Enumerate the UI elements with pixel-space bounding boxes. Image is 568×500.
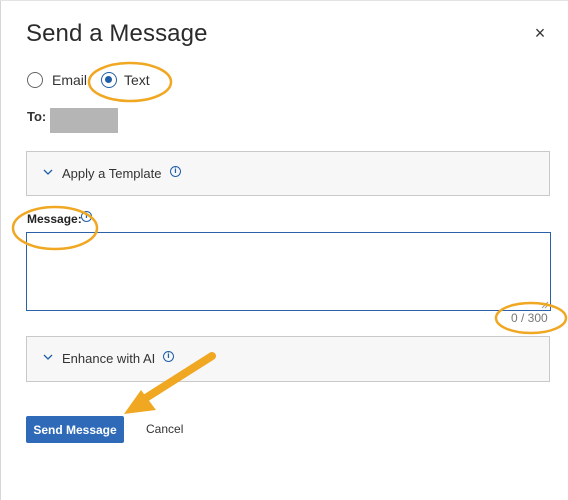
- info-icon[interactable]: i: [81, 211, 92, 222]
- enhance-ai-panel[interactable]: Enhance with AI i: [26, 336, 550, 382]
- dialog-title: Send a Message: [26, 20, 208, 47]
- to-label: To:: [27, 109, 47, 124]
- to-recipient-redacted: [50, 108, 118, 133]
- info-icon[interactable]: i: [163, 351, 174, 362]
- text-radio[interactable]: [101, 72, 117, 88]
- character-counter: 0 / 300: [511, 311, 548, 325]
- send-message-button[interactable]: Send Message: [26, 416, 124, 443]
- apply-template-panel[interactable]: Apply a Template i: [26, 151, 550, 196]
- chevron-down-icon: [43, 169, 53, 175]
- cancel-button[interactable]: Cancel: [146, 422, 183, 436]
- resize-handle-icon[interactable]: [541, 301, 549, 309]
- info-icon[interactable]: i: [170, 166, 181, 177]
- window-left-edge: [0, 0, 1, 500]
- close-icon[interactable]: ×: [531, 22, 549, 44]
- apply-template-label: Apply a Template: [62, 166, 162, 181]
- message-label: Message:: [27, 212, 82, 226]
- chevron-down-icon: [43, 354, 53, 360]
- email-radio-label[interactable]: Email: [52, 72, 87, 88]
- text-radio-label[interactable]: Text: [124, 72, 150, 88]
- window-top-edge: [0, 0, 568, 1]
- message-input[interactable]: [26, 232, 551, 311]
- enhance-ai-label: Enhance with AI: [62, 351, 156, 366]
- email-radio[interactable]: [27, 72, 43, 88]
